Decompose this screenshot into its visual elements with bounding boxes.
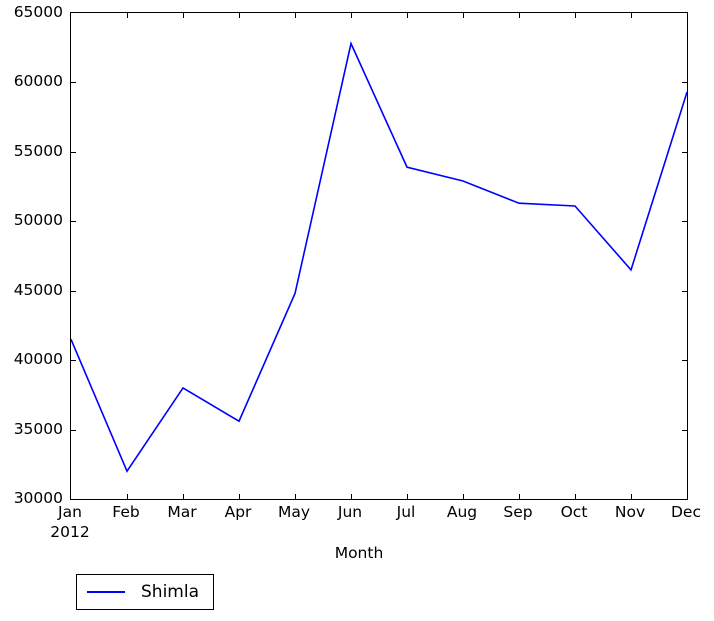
x-axis-tick-label: Dec bbox=[671, 503, 701, 521]
x-axis-tick-mark bbox=[519, 13, 520, 18]
y-axis-tick-label: 60000 bbox=[13, 72, 63, 91]
series-line-shimla bbox=[71, 41, 687, 473]
y-axis-tick-mark bbox=[682, 151, 687, 153]
x-axis-tick-label: May bbox=[277, 503, 311, 521]
x-axis-tick-label: Oct bbox=[560, 503, 588, 521]
x-axis-tick-mark bbox=[351, 13, 352, 18]
y-axis-tick-label: 45000 bbox=[13, 280, 63, 299]
x-axis-tick-mark bbox=[239, 494, 240, 499]
y-axis-tick-label: 35000 bbox=[13, 419, 63, 438]
x-axis-tick-label: Aug bbox=[446, 503, 478, 521]
x-axis-tick-label: Jul bbox=[396, 503, 416, 521]
x-axis-tick-label: Feb bbox=[112, 503, 140, 521]
x-axis-tick-mark bbox=[463, 494, 464, 499]
x-axis-tick-label: Mar bbox=[167, 503, 197, 521]
y-axis-tick-mark bbox=[682, 82, 687, 84]
x-axis-tick-label: Apr bbox=[224, 503, 252, 521]
x-axis-tick-mark bbox=[575, 494, 576, 499]
x-axis-tick-mark bbox=[407, 494, 408, 499]
y-axis-tick-mark bbox=[71, 82, 76, 84]
y-axis-tick-mark bbox=[682, 221, 687, 223]
y-axis-tick-label: 40000 bbox=[13, 350, 63, 369]
x-axis-tick-mark bbox=[575, 13, 576, 18]
x-axis-tick-label: Jun bbox=[337, 503, 363, 521]
y-axis-tick-label: 50000 bbox=[13, 211, 63, 230]
x-axis-tick-mark bbox=[631, 13, 632, 18]
x-axis-tick-label: Jan 2012 bbox=[50, 503, 90, 541]
y-axis-tick-label: 65000 bbox=[13, 3, 63, 21]
x-axis-tick-mark bbox=[183, 494, 184, 499]
y-axis-tick-mark bbox=[71, 360, 76, 362]
legend-line-swatch bbox=[87, 591, 125, 593]
x-axis-tick-label: Sep bbox=[503, 503, 533, 521]
x-axis-tick-mark bbox=[127, 13, 128, 18]
x-axis-tick-mark bbox=[519, 494, 520, 499]
x-axis-title: Month bbox=[0, 544, 714, 562]
y-axis-tick-mark bbox=[71, 290, 76, 292]
x-axis-tick-mark bbox=[407, 13, 408, 18]
x-axis-tick-mark bbox=[463, 13, 464, 18]
y-axis-tick-label: 55000 bbox=[13, 141, 63, 160]
x-axis-tick-label: Nov bbox=[614, 503, 646, 521]
legend-entry-label: Shimla bbox=[141, 581, 199, 602]
y-axis-tick-mark bbox=[682, 360, 687, 362]
x-axis-tick-mark bbox=[631, 494, 632, 499]
x-axis-tick-mark bbox=[127, 494, 128, 499]
y-axis-tick-mark bbox=[682, 429, 687, 431]
y-axis-tick-mark bbox=[71, 429, 76, 431]
y-axis-tick-mark bbox=[682, 290, 687, 292]
plot-area bbox=[70, 12, 688, 500]
chart-legend: Shimla bbox=[76, 574, 214, 610]
y-axis-tick-mark bbox=[71, 151, 76, 153]
x-axis-title-text: Month bbox=[334, 544, 384, 562]
x-axis-tick-mark bbox=[295, 494, 296, 499]
x-axis-tick-mark bbox=[351, 494, 352, 499]
chart-figure: 30000 35000 40000 45000 50000 55000 60000 65000… bbox=[0, 0, 714, 621]
x-axis-tick-mark bbox=[183, 13, 184, 18]
x-axis-year-label: 2012 bbox=[50, 523, 90, 541]
x-axis-tick-mark bbox=[295, 13, 296, 18]
x-axis-tick-mark bbox=[239, 13, 240, 18]
line-chart-svg bbox=[71, 41, 687, 473]
y-axis-tick-mark bbox=[71, 221, 76, 223]
